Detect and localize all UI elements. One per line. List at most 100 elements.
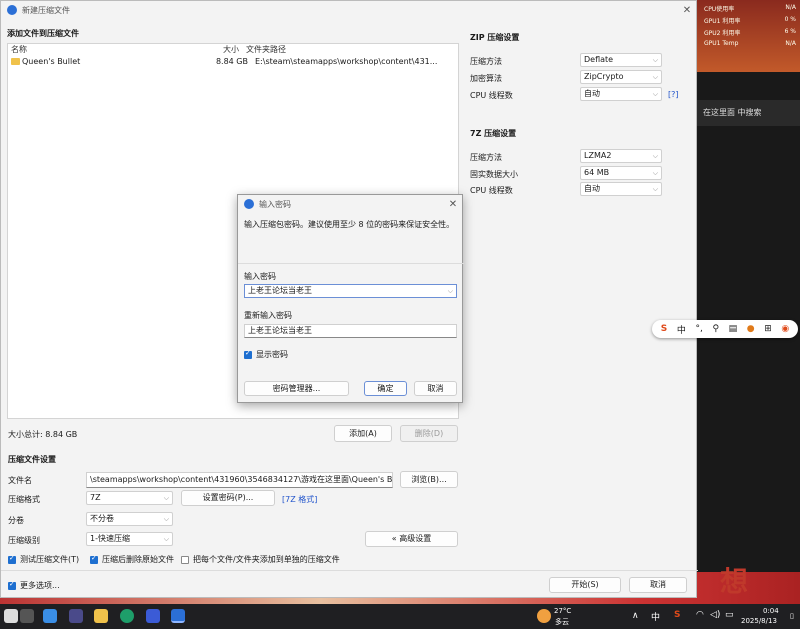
temperature[interactable]: 27°C <box>554 607 571 615</box>
test-archive-checkbox[interactable]: 测试压缩文件(T) <box>8 554 79 565</box>
7z-method-select[interactable]: LZMA2 ⌵ <box>580 149 662 163</box>
more-options-checkbox[interactable]: 更多选项... <box>8 580 60 591</box>
stat-label: GPU2 利用率 <box>704 30 741 37</box>
chevron-up-icon[interactable]: ∧ <box>632 611 639 621</box>
password-input[interactable]: 上老王论坛当老王 ⌵ <box>244 284 457 298</box>
7z-solid-value: 64 MB <box>584 168 610 177</box>
separate-archives-checkbox[interactable]: 把每个文件/文件夹添加到单独的压缩文件 <box>181 554 340 565</box>
edge-icon[interactable] <box>120 609 134 623</box>
keyboard-app-icon[interactable] <box>20 609 34 623</box>
advanced-button[interactable]: « 高级设置 <box>365 531 458 547</box>
stat-value: N/A <box>785 4 796 11</box>
password-manager-button[interactable]: 密码管理器... <box>244 381 349 396</box>
clock-date[interactable]: 2025/8/13 <box>741 617 777 625</box>
stat-value: 6 % <box>784 28 796 35</box>
wifi-icon[interactable]: ◠ <box>696 610 704 620</box>
start-button[interactable]: 开始(S) <box>549 577 621 593</box>
dialog-cancel-button[interactable]: 取消 <box>414 381 457 396</box>
compress-app-icon[interactable] <box>171 609 185 623</box>
app-icon[interactable] <box>146 609 160 623</box>
start-icon[interactable] <box>4 609 18 623</box>
file-path: E:\steam\steamapps\workshop\content\431.… <box>255 56 438 66</box>
7z-settings-title: 7Z 压缩设置 <box>470 129 517 138</box>
7z-method-label: 压缩方法 <box>470 153 502 162</box>
delete-button[interactable]: 删除(D) <box>400 425 458 442</box>
punctuation-icon[interactable]: °, <box>695 324 702 334</box>
add-files-section-title: 添加文件到压缩文件 <box>7 29 79 38</box>
stat-label: CPU使用率 <box>704 6 735 13</box>
help-link[interactable]: [?] <box>668 90 679 99</box>
column-name[interactable]: 名称 <box>8 44 128 55</box>
zip-threads-select[interactable]: 自动 ⌵ <box>580 87 662 101</box>
app-icon[interactable] <box>69 609 83 623</box>
app-icon <box>244 199 254 209</box>
split-select[interactable]: 不分卷 ⌵ <box>86 512 173 526</box>
sogou-icon[interactable]: S <box>661 324 667 334</box>
7z-solid-label: 固实数据大小 <box>470 170 518 179</box>
checkbox-label: 把每个文件/文件夹添加到单独的压缩文件 <box>193 555 340 564</box>
total-size: 大小总计: 8.84 GB <box>8 430 78 439</box>
sogou-icon[interactable]: S <box>674 610 680 620</box>
stat-value: 0 % <box>784 16 796 23</box>
taskbar: 27°C 多云 ∧ 中 S ◠ ◁) ▭ 0:04 2025/8/13 ▯ <box>0 604 800 629</box>
checkbox-unchecked <box>181 555 189 564</box>
battery-icon[interactable]: ▭ <box>725 610 734 620</box>
level-select[interactable]: 1-快速压缩 ⌵ <box>86 532 173 546</box>
confirm-password-input[interactable]: 上老王论坛当老王 <box>244 324 457 338</box>
notification-icon[interactable]: ▯ <box>790 612 794 620</box>
browse-button[interactable]: 浏览(B)... <box>400 471 458 488</box>
zip-settings-title: ZIP 压缩设置 <box>470 33 520 42</box>
format-select[interactable]: 7Z ⌵ <box>86 491 173 505</box>
window-title: 新建压缩文件 <box>22 5 70 15</box>
file-row[interactable]: Queen's Bullet 8.84 GB E:\steam\steamapp… <box>8 55 458 67</box>
zip-method-select[interactable]: Deflate ⌵ <box>580 53 662 67</box>
file-explorer-icon[interactable] <box>94 609 108 623</box>
checkbox-label: 显示密码 <box>256 350 288 359</box>
delete-after-checkbox[interactable]: 压缩后删除原始文件 <box>90 554 174 565</box>
weather-text[interactable]: 多云 <box>555 617 569 627</box>
toolbox-icon[interactable]: ⊞ <box>764 324 772 334</box>
column-size[interactable]: 大小 <box>128 44 242 55</box>
clock-time[interactable]: 0:04 <box>763 607 779 615</box>
stat-label: GPU1 Temp <box>704 40 739 47</box>
wallpaper-text: 想 <box>720 565 749 598</box>
zip-encrypt-select[interactable]: ZipCrypto ⌵ <box>580 70 662 84</box>
dialog-description: 输入压缩包密码。建议使用至少 8 位的密码来保证安全性。 <box>244 220 455 229</box>
ime-toolbar: S 中 °, ⚲ ▤ ● ⊞ ◉ <box>652 320 798 338</box>
7z-threads-select[interactable]: 自动 ⌵ <box>580 182 662 196</box>
format-value: 7Z <box>90 493 101 502</box>
password-value: 上老王论坛当老王 <box>248 286 312 295</box>
mascot-icon[interactable]: ◉ <box>781 324 789 334</box>
close-icon[interactable]: ✕ <box>444 199 462 210</box>
column-path[interactable]: 文件夹路径 <box>242 44 286 55</box>
checkbox-label: 测试压缩文件(T) <box>20 555 80 564</box>
7z-solid-select[interactable]: 64 MB ⌵ <box>580 166 662 180</box>
close-icon[interactable]: ✕ <box>678 5 696 16</box>
cancel-button[interactable]: 取消 <box>629 577 687 593</box>
format-link[interactable]: [7Z 格式] <box>282 494 317 505</box>
7z-threads-label: CPU 线程数 <box>470 186 513 195</box>
7z-method-value: LZMA2 <box>584 151 612 160</box>
stat-row: GPU1 利用率 0 % <box>700 16 800 28</box>
dialog-title: 输入密码 <box>259 199 291 209</box>
ok-button[interactable]: 确定 <box>364 381 407 396</box>
app-icon[interactable] <box>43 609 57 623</box>
microphone-icon[interactable]: ⚲ <box>712 324 719 334</box>
show-password-checkbox[interactable]: 显示密码 <box>244 349 288 360</box>
chevron-down-icon: ⌵ <box>652 185 658 193</box>
chevron-down-icon: ⌵ <box>163 515 169 523</box>
add-button[interactable]: 添加(A) <box>334 425 392 442</box>
ime-lang[interactable]: 中 <box>677 323 686 336</box>
zip-method-value: Deflate <box>584 55 614 64</box>
checkbox-checked <box>244 349 252 359</box>
background-search-text: 在这里面 中搜索 <box>697 100 800 126</box>
chevron-down-icon: ⌵ <box>163 494 169 502</box>
volume-icon[interactable]: ◁) <box>710 610 720 620</box>
filename-input[interactable]: \steamapps\workshop\content\431960\35468… <box>86 472 393 488</box>
skin-icon[interactable]: ● <box>747 324 755 334</box>
set-password-button[interactable]: 设置密码(P)... <box>181 490 275 506</box>
input-lang[interactable]: 中 <box>651 610 660 623</box>
keyboard-icon[interactable]: ▤ <box>729 324 738 334</box>
checkbox-label: 更多选项... <box>20 581 60 590</box>
stat-value: N/A <box>785 40 796 47</box>
